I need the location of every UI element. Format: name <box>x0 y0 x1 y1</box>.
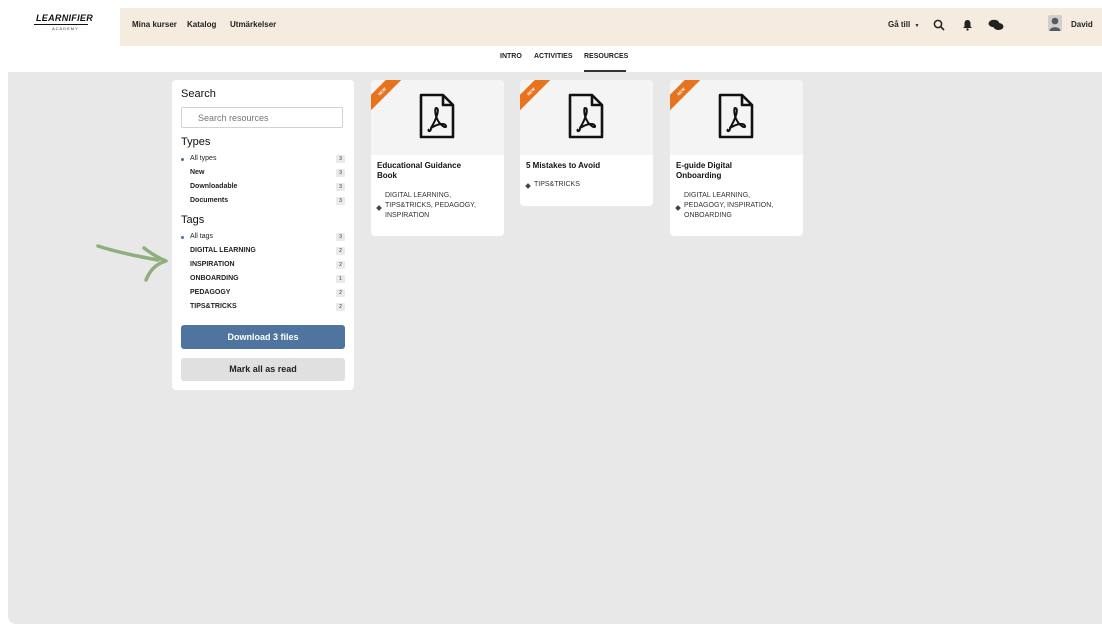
card-title: Educational Guidance Book <box>377 161 501 181</box>
card-title: E-guide Digital Onboarding <box>676 161 800 181</box>
mark-all-read-button[interactable]: Mark all as read <box>181 358 345 381</box>
card-tags-line: INSPIRATION <box>385 212 430 219</box>
selected-dot-icon <box>181 158 184 161</box>
card-title-line: Onboarding <box>676 171 722 180</box>
count-badge: 2 <box>336 261 345 269</box>
selected-dot-icon <box>181 236 184 239</box>
pdf-file-icon <box>568 93 604 139</box>
filter-label: All tags <box>190 233 213 240</box>
resource-card[interactable]: NEW 5 Mistakes to Avoid TIPS&TRICKS <box>520 80 653 206</box>
card-thumbnail: NEW <box>371 80 504 155</box>
filter-label: PEDAGOGY <box>190 289 231 296</box>
user-avatar-icon[interactable] <box>1048 15 1062 31</box>
filter-label: INSPIRATION <box>190 261 235 268</box>
tag-filter-pedagogy[interactable]: PEDAGOGY 2 <box>181 288 345 300</box>
logo[interactable]: LEARNIFIER ACADEMY <box>8 8 120 46</box>
bell-icon[interactable] <box>962 19 973 31</box>
search-heading: Search <box>181 88 216 100</box>
tab-activities[interactable]: ACTIVITIES <box>534 53 573 60</box>
filter-label: All types <box>190 155 217 162</box>
type-filter-downloadable[interactable]: Downloadable 3 <box>181 182 345 194</box>
card-title-line: Educational Guidance <box>377 161 462 170</box>
section-tabs: INTRO ACTIVITIES RESOURCES <box>8 46 1102 72</box>
nav-link-katalog[interactable]: Katalog <box>187 20 216 29</box>
card-tags-line: DIGITAL LEARNING, <box>684 192 751 199</box>
filter-label: Documents <box>190 197 229 204</box>
resource-card[interactable]: NEW E-guide Digital Onboarding DIGITAL L… <box>670 80 803 236</box>
type-filter-all[interactable]: All types 3 <box>181 154 345 166</box>
pdf-file-icon <box>419 93 455 139</box>
active-tab-indicator <box>584 70 626 72</box>
count-badge: 3 <box>336 169 345 177</box>
type-filter-documents[interactable]: Documents 3 <box>181 196 345 208</box>
count-badge: 3 <box>336 183 345 191</box>
card-tags-line: ONBOARDING <box>684 212 732 219</box>
tag-filter-inspiration[interactable]: INSPIRATION 2 <box>181 260 345 272</box>
card-title: 5 Mistakes to Avoid <box>526 161 650 171</box>
card-title-line: 5 Mistakes to Avoid <box>526 161 601 170</box>
tag-filter-tips-tricks[interactable]: TIPS&TRICKS 2 <box>181 302 345 314</box>
nav-link-mina-kurser[interactable]: Mina kurser <box>132 20 177 29</box>
logo-subtext: ACADEMY <box>52 26 79 31</box>
card-thumbnail: NEW <box>520 80 653 155</box>
new-ribbon: NEW <box>670 80 707 117</box>
new-ribbon: NEW <box>371 80 408 117</box>
card-tags-line: DIGITAL LEARNING, <box>385 192 452 199</box>
card-tags: DIGITAL LEARNING, TIPS&TRICKS, PEDAGOGY,… <box>376 191 501 221</box>
count-badge: 2 <box>336 247 345 255</box>
logo-underline <box>34 24 88 25</box>
filter-sidebar: Search Types All types 3 New 3 Downloada… <box>172 80 354 390</box>
tag-filter-onboarding[interactable]: ONBOARDING 1 <box>181 274 345 286</box>
filter-label: ONBOARDING <box>190 275 239 282</box>
tab-resources[interactable]: RESOURCES <box>584 53 628 60</box>
annotation-arrow <box>96 244 168 282</box>
nav-link-utmarkelser[interactable]: Utmärkelser <box>230 20 276 29</box>
tags-heading: Tags <box>181 214 205 226</box>
filter-label: Downloadable <box>190 183 238 190</box>
filter-label: DIGITAL LEARNING <box>190 247 256 254</box>
card-tags: DIGITAL LEARNING, PEDAGOGY, INSPIRATION,… <box>675 191 800 221</box>
card-title-line: Book <box>377 171 397 180</box>
count-badge: 2 <box>336 303 345 311</box>
card-title-line: E-guide Digital <box>676 161 732 170</box>
tag-filter-digital-learning[interactable]: DIGITAL LEARNING 2 <box>181 246 345 258</box>
goto-menu[interactable]: Gå till ▼ <box>888 20 919 29</box>
top-navbar: LEARNIFIER ACADEMY Mina kurser Katalog U… <box>8 8 1102 46</box>
count-badge: 3 <box>336 197 345 205</box>
card-tags-line: PEDAGOGY, INSPIRATION, <box>684 202 774 209</box>
new-ribbon: NEW <box>520 80 557 117</box>
app-window: LEARNIFIER ACADEMY Mina kurser Katalog U… <box>8 8 1102 624</box>
user-menu[interactable]: David <box>1071 20 1093 29</box>
search-icon[interactable] <box>933 19 945 31</box>
pdf-file-icon <box>718 93 754 139</box>
count-badge: 3 <box>336 233 345 241</box>
filter-label: TIPS&TRICKS <box>190 303 237 310</box>
card-tags-line: TIPS&TRICKS, PEDAGOGY, <box>385 202 476 209</box>
tab-intro[interactable]: INTRO <box>500 53 522 60</box>
logo-text: LEARNIFIER <box>36 13 93 23</box>
download-files-button[interactable]: Download 3 files <box>181 325 345 349</box>
card-tags: TIPS&TRICKS <box>525 180 650 190</box>
search-input[interactable] <box>181 107 343 128</box>
tag-filter-all[interactable]: All tags 3 <box>181 232 345 244</box>
types-heading: Types <box>181 136 211 148</box>
card-tags-line: TIPS&TRICKS <box>534 181 580 188</box>
user-name: David <box>1071 20 1093 29</box>
filter-label: New <box>190 169 205 176</box>
resource-card[interactable]: NEW Educational Guidance Book DIGITAL LE… <box>371 80 504 236</box>
count-badge: 3 <box>336 155 345 163</box>
goto-label: Gå till <box>888 20 911 29</box>
card-thumbnail: NEW <box>670 80 803 155</box>
type-filter-new[interactable]: New 3 <box>181 168 345 180</box>
chat-icon[interactable] <box>988 19 1004 31</box>
chevron-down-icon: ▼ <box>914 23 920 29</box>
count-badge: 2 <box>336 289 345 297</box>
count-badge: 1 <box>336 275 345 283</box>
